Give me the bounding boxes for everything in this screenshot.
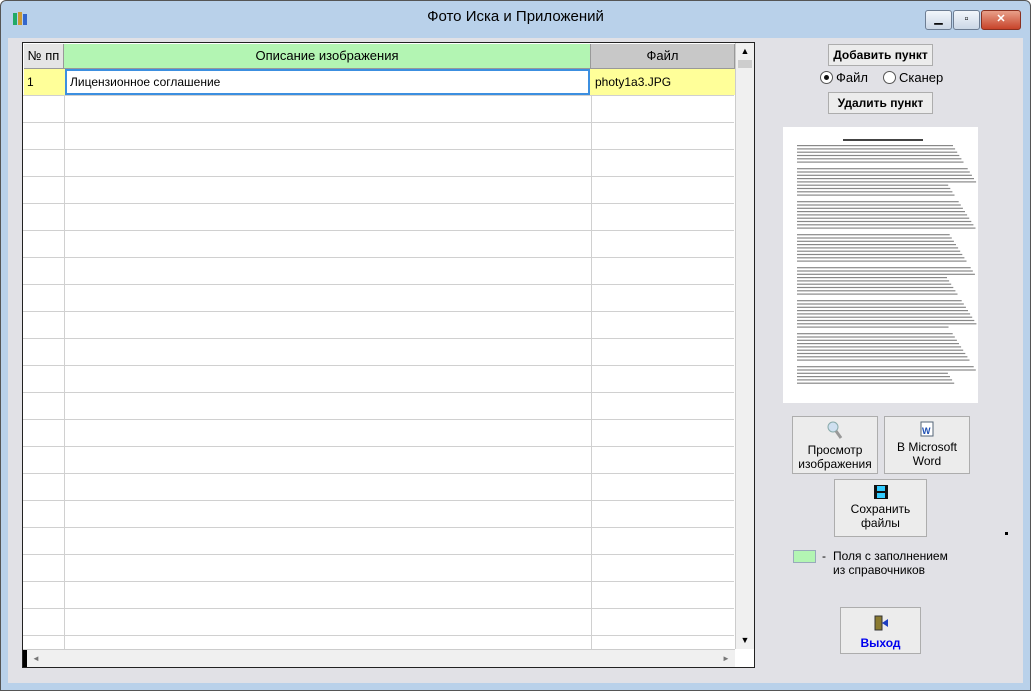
- exit-label: Выход: [860, 636, 901, 650]
- save-files-button[interactable]: Сохранить файлы: [834, 479, 927, 537]
- scroll-left-button[interactable]: ◄: [29, 650, 43, 667]
- radio-dot-icon: [820, 71, 833, 84]
- legend-line-2: из справочников: [833, 563, 926, 577]
- add-item-button[interactable]: Добавить пункт: [828, 44, 933, 66]
- horizontal-scrollbar[interactable]: ◄ ►: [23, 649, 735, 667]
- scroll-thumb[interactable]: [738, 60, 752, 68]
- radio-dot-icon: [883, 71, 896, 84]
- exit-button[interactable]: Выход: [840, 607, 921, 654]
- svg-text:W: W: [922, 426, 931, 436]
- image-preview: [783, 127, 978, 403]
- view-label-2: изображения: [798, 457, 872, 471]
- column-header-file[interactable]: Файл: [591, 44, 735, 69]
- word-label-2: Word: [912, 454, 942, 468]
- dot-marker: [1005, 532, 1008, 535]
- word-label-1: В Microsoft: [896, 440, 957, 454]
- row-divider: [23, 176, 734, 177]
- row-divider: [23, 203, 734, 204]
- row-divider: [23, 473, 734, 474]
- word-export-button[interactable]: W В Microsoft Word: [884, 416, 970, 474]
- view-label-1: Просмотр: [807, 443, 863, 457]
- scroll-right-button[interactable]: ►: [719, 650, 733, 667]
- cell-number: 1: [27, 75, 34, 89]
- row-divider: [23, 311, 734, 312]
- row-divider: [23, 122, 734, 123]
- row-divider: [23, 149, 734, 150]
- radio-scanner-label: Сканер: [899, 70, 944, 85]
- row-divider: [23, 230, 734, 231]
- row-divider: [23, 554, 734, 555]
- view-image-button[interactable]: Просмотр изображения: [792, 416, 878, 474]
- legend-text: Поля с заполнением из справочников: [833, 549, 948, 577]
- scroll-edge: [23, 650, 27, 667]
- row-divider: [23, 392, 734, 393]
- legend-line-1: Поля с заполнением: [833, 549, 948, 563]
- row-divider: [23, 284, 734, 285]
- description-input[interactable]: Лицензионное соглашение: [65, 69, 590, 95]
- column-divider: [64, 69, 65, 649]
- column-header-number[interactable]: № пп: [24, 44, 64, 69]
- vertical-scrollbar[interactable]: ▲ ▼: [735, 43, 754, 649]
- radio-scanner[interactable]: Сканер: [883, 70, 943, 85]
- save-label-1: Сохранить: [850, 502, 911, 516]
- row-divider: [23, 419, 734, 420]
- exit-door-icon: [841, 615, 920, 634]
- row-divider: [23, 608, 734, 609]
- legend-swatch: [793, 550, 816, 563]
- maximize-button[interactable]: ▫: [953, 10, 980, 30]
- close-button[interactable]: ✕: [981, 10, 1021, 30]
- row-divider: [23, 635, 734, 636]
- minimize-button[interactable]: ▁: [925, 10, 952, 30]
- row-divider: [23, 500, 734, 501]
- cell-file: photy1a3.JPG: [595, 75, 672, 89]
- legend-dash: -: [822, 549, 826, 563]
- row-divider: [23, 446, 734, 447]
- save-label-2: файлы: [861, 516, 900, 530]
- row-divider: [23, 95, 734, 96]
- radio-file-label: Файл: [836, 70, 868, 85]
- row-divider: [23, 338, 734, 339]
- table-row[interactable]: 1 Лицензионное соглашение photy1a3.JPG: [24, 69, 735, 95]
- row-divider: [23, 365, 734, 366]
- column-header-description[interactable]: Описание изображения: [64, 44, 591, 69]
- magnifier-icon: [793, 420, 877, 443]
- row-divider: [23, 257, 734, 258]
- row-divider: [23, 581, 734, 582]
- scroll-down-button[interactable]: ▼: [736, 632, 754, 649]
- radio-file[interactable]: Файл: [820, 70, 868, 85]
- floppy-disk-icon: [835, 485, 926, 502]
- column-divider: [591, 69, 592, 649]
- word-document-icon: W: [885, 421, 969, 440]
- row-divider: [23, 527, 734, 528]
- window-title: Фото Иска и Приложений: [427, 8, 604, 25]
- images-grid[interactable]: № пп Описание изображения Файл 1 Лицензи…: [22, 42, 755, 668]
- scroll-up-button[interactable]: ▲: [736, 43, 754, 60]
- delete-item-button[interactable]: Удалить пункт: [828, 92, 933, 114]
